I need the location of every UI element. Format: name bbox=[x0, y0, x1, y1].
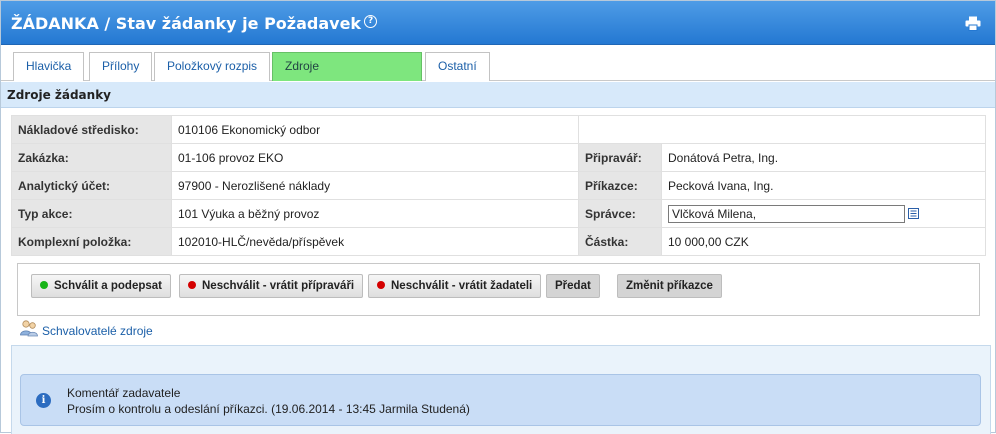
comments-area: i Komentář zadavatele Prosím o kontrolu … bbox=[11, 345, 991, 434]
complex-item-label: Komplexní položka: bbox=[11, 227, 172, 256]
forward-button[interactable]: Předat bbox=[546, 274, 600, 298]
comment-text: Prosím o kontrolu a odeslání příkazci. (… bbox=[67, 402, 470, 416]
users-icon bbox=[20, 320, 38, 337]
authorizer-label: Příkazce: bbox=[578, 171, 662, 200]
print-icon[interactable] bbox=[965, 16, 981, 31]
cost-center-label: Nákladové středisko: bbox=[11, 115, 172, 144]
change-authorizer-button[interactable]: Změnit příkazce bbox=[617, 274, 722, 298]
tab-hlavicka[interactable]: Hlavička bbox=[13, 52, 85, 81]
comment-title: Komentář zadavatele bbox=[67, 386, 181, 400]
tab-bar: Hlavička Přílohy Položkový rozpis Zdroje… bbox=[1, 45, 995, 81]
manager-cell: Vlčková Milena, bbox=[661, 199, 986, 228]
source-details-table: Nákladové středisko: 010106 Ekonomický o… bbox=[11, 115, 986, 256]
request-window: ŽÁDANKA / Stav žádanky je Požadavek? Hla… bbox=[0, 0, 996, 434]
tab-zdroje[interactable]: Zdroje bbox=[272, 52, 422, 81]
empty-cell bbox=[578, 115, 986, 144]
help-icon[interactable]: ? bbox=[364, 15, 378, 28]
requester-comment: i Komentář zadavatele Prosím o kontrolu … bbox=[20, 374, 981, 426]
approvers-link[interactable]: Schvalovatelé zdroje bbox=[42, 324, 153, 338]
action-type-value: 101 Výuka a běžný provoz bbox=[171, 199, 579, 228]
table-row: Komplexní položka: 102010-HLČ/nevěda/pří… bbox=[11, 227, 986, 256]
analytic-account-label: Analytický účet: bbox=[11, 171, 172, 200]
amount-label: Částka: bbox=[578, 227, 662, 256]
title-bar: ŽÁDANKA / Stav žádanky je Požadavek? bbox=[1, 1, 995, 45]
order-label: Zakázka: bbox=[11, 143, 172, 172]
cost-center-value: 010106 Ekonomický odbor bbox=[171, 115, 579, 144]
page-title: ŽÁDANKA / Stav žádanky je Požadavek? bbox=[11, 14, 378, 33]
reject-to-requester-button[interactable]: Neschválit - vrátit žadateli bbox=[368, 274, 542, 298]
table-row: Typ akce: 101 Výuka a běžný provoz Správ… bbox=[11, 199, 986, 228]
reject-to-preparer-button[interactable]: Neschválit - vrátit přípraváři bbox=[179, 274, 364, 298]
approve-button[interactable]: Schválit a podepsat bbox=[31, 274, 172, 298]
tab-ostatni[interactable]: Ostatní bbox=[425, 52, 490, 81]
tab-polozkovy-rozpis[interactable]: Položkový rozpis bbox=[154, 52, 271, 81]
info-icon: i bbox=[36, 393, 51, 408]
table-row: Nákladové středisko: 010106 Ekonomický o… bbox=[11, 115, 986, 144]
table-row: Zakázka: 01-106 provoz EKO Připravář: Do… bbox=[11, 143, 986, 172]
manager-label: Správce: bbox=[578, 199, 662, 228]
reject-to-preparer-label: Neschválit - vrátit přípraváři bbox=[202, 280, 355, 292]
preparer-value: Donátová Petra, Ing. bbox=[661, 143, 986, 172]
amount-value: 10 000,00 CZK bbox=[661, 227, 986, 256]
page-title-text: ŽÁDANKA / Stav žádanky je Požadavek bbox=[11, 14, 362, 33]
red-dot-icon bbox=[188, 281, 196, 289]
preparer-label: Připravář: bbox=[578, 143, 662, 172]
action-type-label: Typ akce: bbox=[11, 199, 172, 228]
table-row: Analytický účet: 97900 - Nerozlišené nák… bbox=[11, 171, 986, 200]
section-title: Zdroje žádanky bbox=[1, 82, 995, 108]
approve-button-label: Schválit a podepsat bbox=[54, 280, 163, 292]
list-icon[interactable] bbox=[908, 208, 919, 219]
manager-input[interactable]: Vlčková Milena, bbox=[668, 204, 905, 223]
reject-to-requester-label: Neschválit - vrátit žadateli bbox=[391, 280, 533, 292]
analytic-account-value: 97900 - Nerozlišené náklady bbox=[171, 171, 579, 200]
order-value: 01-106 provoz EKO bbox=[171, 143, 579, 172]
tab-prilohy[interactable]: Přílohy bbox=[89, 52, 153, 81]
authorizer-value: Pecková Ivana, Ing. bbox=[661, 171, 986, 200]
complex-item-value: 102010-HLČ/nevěda/příspěvek bbox=[171, 227, 579, 256]
red-dot-icon bbox=[377, 281, 385, 289]
green-dot-icon bbox=[40, 281, 48, 289]
action-panel: Schválit a podepsat Neschválit - vrátit … bbox=[17, 263, 980, 316]
